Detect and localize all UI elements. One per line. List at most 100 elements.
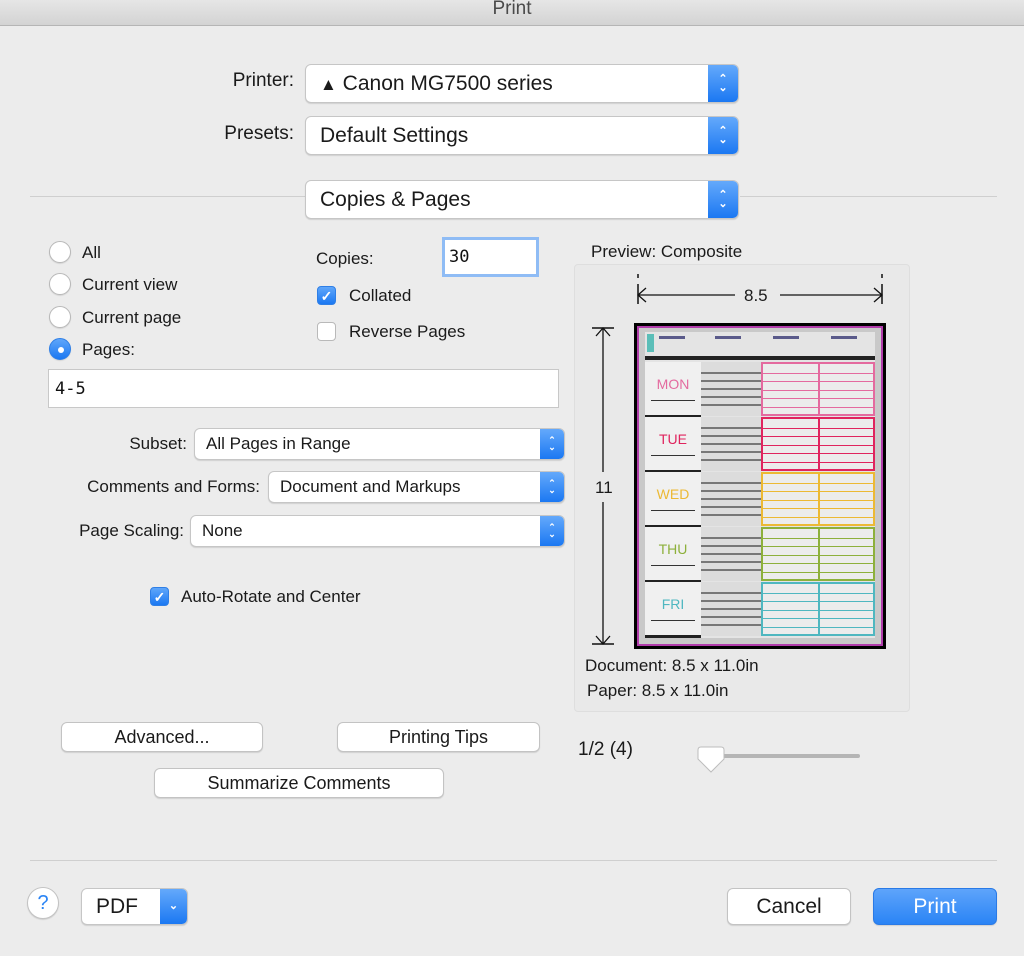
advanced-button[interactable]: Advanced... (61, 722, 263, 752)
notes-line (701, 435, 761, 437)
planner-day-row: TUE (645, 417, 875, 473)
grid-line (763, 537, 873, 539)
checkmark-icon: ✓ (320, 288, 333, 304)
copies-field[interactable] (442, 237, 539, 277)
grid-line (763, 592, 873, 594)
pdf-menu-button[interactable]: PDF ⌄ (81, 888, 188, 925)
page-scaling-select[interactable]: None ⌃ ⌄ (190, 515, 565, 547)
notes-line (701, 537, 761, 539)
grid-line (763, 406, 873, 408)
chevron-down-icon: ⌄ (160, 889, 187, 924)
page-scaling-value: None (202, 521, 243, 540)
grid-line (763, 427, 873, 429)
chevron-updown-icon: ⌃ ⌄ (708, 65, 738, 102)
header-text (715, 336, 741, 339)
radio-all[interactable] (49, 241, 71, 263)
page-range-field[interactable] (48, 369, 559, 408)
grid-line (763, 461, 873, 463)
radio-current-view[interactable] (49, 273, 71, 295)
notes-line (701, 545, 761, 547)
radio-current-view-label: Current view (82, 275, 178, 294)
print-button[interactable]: Print (873, 888, 997, 925)
comments-forms-select[interactable]: Document and Markups ⌃ ⌄ (268, 471, 565, 503)
radio-pages[interactable] (49, 338, 71, 360)
page-range-input[interactable] (49, 370, 558, 407)
pdf-label: PDF (96, 895, 138, 918)
printer-select[interactable]: ▲ Canon MG7500 series ⌃ ⌄ (305, 64, 739, 103)
notes-line (701, 443, 761, 445)
notes-line (701, 616, 761, 618)
page-slider-thumb[interactable] (697, 745, 725, 773)
grid-line (763, 436, 873, 437)
subset-label: Subset: (129, 434, 187, 453)
presets-select[interactable]: Default Settings ⌃ ⌄ (305, 116, 739, 155)
notes-line (701, 592, 761, 594)
notes-line (701, 553, 761, 555)
header-text (659, 336, 685, 339)
warning-triangle-icon: ▲ (320, 75, 337, 94)
notes-line (701, 608, 761, 610)
notes-line (701, 427, 761, 429)
header-text (831, 336, 857, 339)
copies-input[interactable] (445, 240, 536, 274)
grid-line (763, 626, 873, 628)
radio-all-label: All (82, 243, 101, 262)
presets-label: Presets: (224, 123, 294, 144)
separator (30, 196, 305, 197)
grid-line (763, 609, 873, 611)
grid-line (763, 499, 873, 501)
radio-pages-label: Pages: (82, 340, 135, 359)
task-grid (761, 527, 875, 581)
date-line (651, 455, 695, 456)
day-name: WED (656, 486, 690, 502)
header-rule (645, 356, 875, 360)
planner-day-row: THU (645, 527, 875, 583)
radio-current-page[interactable] (49, 306, 71, 328)
help-button[interactable]: ? (27, 887, 59, 919)
task-grid (761, 362, 875, 416)
notes-line (701, 561, 761, 563)
grid-line (763, 372, 873, 374)
question-mark-icon: ? (37, 892, 49, 914)
page-thumbnail: MON TUE WED THU FRI (634, 323, 886, 649)
notes-line (701, 569, 761, 571)
grid-line (763, 398, 873, 399)
radio-current-page-label: Current page (82, 308, 182, 327)
collated-checkbox[interactable]: ✓ (317, 286, 336, 305)
grid-line (763, 601, 873, 602)
grid-line (763, 618, 873, 619)
window-titlebar: Print (0, 0, 1024, 26)
day-name: THU (658, 541, 688, 557)
reverse-pages-checkbox[interactable] (317, 322, 336, 341)
date-line (651, 400, 695, 401)
printing-tips-button[interactable]: Printing Tips (337, 722, 540, 752)
subset-value: All Pages in Range (206, 434, 351, 453)
task-grid (761, 472, 875, 526)
grid-line (763, 482, 873, 484)
cancel-button[interactable]: Cancel (727, 888, 851, 925)
grid-line (763, 563, 873, 564)
auto-rotate-label: Auto-Rotate and Center (181, 587, 361, 606)
chevron-updown-icon: ⌃ ⌄ (708, 117, 738, 154)
panel-select[interactable]: Copies & Pages ⌃ ⌄ (305, 180, 739, 219)
notes-line (701, 372, 761, 374)
day-name: FRI (661, 596, 685, 612)
collated-label: Collated (349, 286, 412, 305)
window-title: Print (492, 0, 532, 19)
grid-line (763, 546, 873, 547)
notes-line (701, 514, 761, 516)
reverse-pages-label: Reverse Pages (349, 322, 466, 341)
day-name: TUE (659, 431, 687, 447)
auto-rotate-checkbox[interactable]: ✓ (150, 587, 169, 606)
notes-line (701, 624, 761, 626)
notes-line (701, 490, 761, 492)
notes-line (701, 404, 761, 406)
preview-title: Preview: Composite (591, 242, 743, 261)
subset-select[interactable]: All Pages in Range ⌃ ⌄ (194, 428, 565, 460)
summarize-comments-button[interactable]: Summarize Comments (154, 768, 444, 798)
comments-forms-label: Comments and Forms: (87, 477, 260, 496)
day-name: MON (656, 376, 690, 392)
printer-label: Printer: (232, 70, 294, 91)
notes-line (701, 388, 761, 390)
panel-value: Copies & Pages (320, 188, 471, 211)
